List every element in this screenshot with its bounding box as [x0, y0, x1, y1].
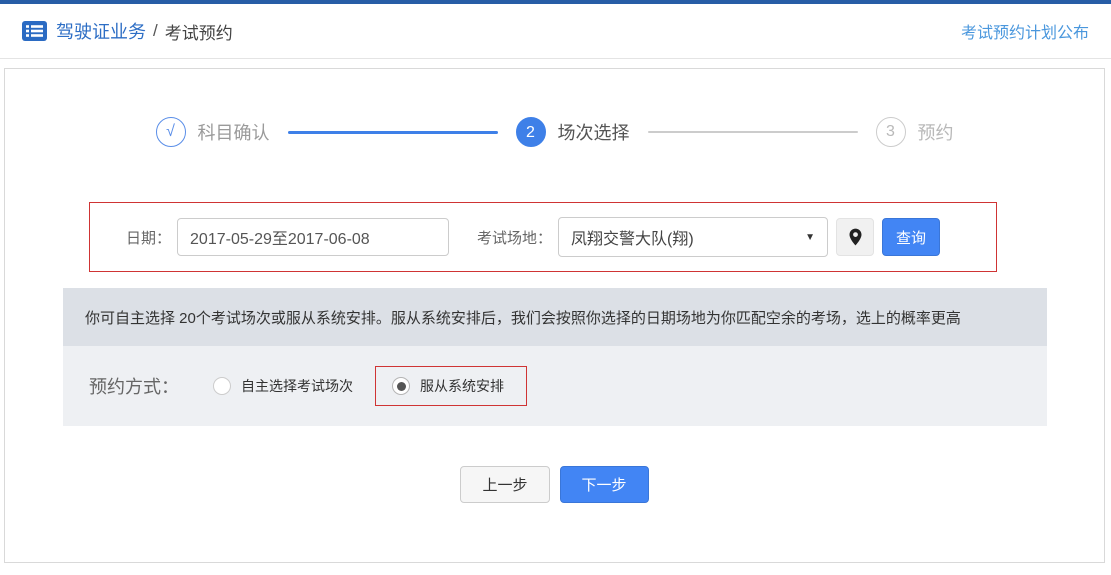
radio-unchecked[interactable]: [213, 377, 231, 395]
breadcrumb-current: 考试预约: [164, 23, 233, 43]
previous-step-button[interactable]: 上一步: [460, 466, 550, 503]
step-connector-pending: [647, 131, 858, 133]
notice-bar: 你可自主选择 20个考试场次或服从系统安排。服从系统安排后，我们会按照你选择的日…: [63, 288, 1047, 346]
header: 驾驶证业务 / 考试预约 考试预约计划公布: [0, 4, 1111, 59]
step-reserve: 3 预约: [875, 117, 954, 147]
radio-system-arrange-label: 服从系统安排: [420, 378, 504, 394]
map-location-button[interactable]: [836, 218, 875, 256]
radio-option-self-select[interactable]: 自主选择考试场次: [213, 376, 353, 396]
exam-plan-link[interactable]: 考试预约计划公布: [961, 19, 1089, 43]
step-3-circle: 3: [875, 117, 906, 147]
step-1-circle: √: [155, 117, 186, 147]
booking-method-row: 预约方式： 自主选择考试场次 服从系统安排: [63, 346, 1047, 426]
breadcrumb-separator: /: [153, 21, 158, 40]
step-2-label: 场次选择: [557, 123, 630, 143]
step-subject-confirm: √ 科目确认: [155, 117, 270, 147]
map-pin-icon: [849, 228, 862, 246]
step-2-circle: 2: [515, 117, 546, 147]
selected-option-highlight: 服从系统安排: [375, 366, 527, 406]
next-step-button[interactable]: 下一步: [559, 466, 649, 503]
date-label: 日期：: [126, 229, 172, 247]
radio-self-select-label: 自主选择考试场次: [241, 378, 353, 394]
step-1-label: 科目确认: [197, 123, 270, 143]
venue-select[interactable]: 凤翔交警大队(翔) ▼: [558, 217, 829, 257]
list-form-icon: [22, 21, 47, 41]
stepper: √ 科目确认 2 场次选择 3 预约: [5, 117, 1104, 147]
venue-label: 考试场地：: [477, 229, 553, 247]
step-3-label: 预约: [917, 123, 954, 143]
search-criteria-box: 日期： 考试场地： 凤翔交警大队(翔) ▼ 查询: [89, 202, 997, 272]
breadcrumb-root[interactable]: 驾驶证业务: [56, 18, 146, 44]
query-button[interactable]: 查询: [882, 218, 941, 256]
radio-checked[interactable]: [392, 377, 410, 395]
chevron-down-icon: ▼: [805, 231, 816, 243]
step-session-select: 2 场次选择: [515, 117, 630, 147]
step-connector-done: [287, 130, 498, 134]
footer-actions: 上一步 下一步: [5, 466, 1104, 503]
radio-option-system-arrange[interactable]: 服从系统安排: [392, 376, 504, 396]
date-range-input[interactable]: [177, 218, 450, 256]
notice-text: 你可自主选择 20个考试场次或服从系统安排。服从系统安排后，我们会按照你选择的日…: [85, 309, 961, 327]
venue-select-value: 凤翔交警大队(翔): [571, 231, 694, 248]
booking-method-label: 预约方式：: [89, 377, 179, 397]
main-panel: √ 科目确认 2 场次选择 3 预约 日期： 考试场地： 凤翔交警大队(翔) ▼…: [4, 68, 1105, 563]
